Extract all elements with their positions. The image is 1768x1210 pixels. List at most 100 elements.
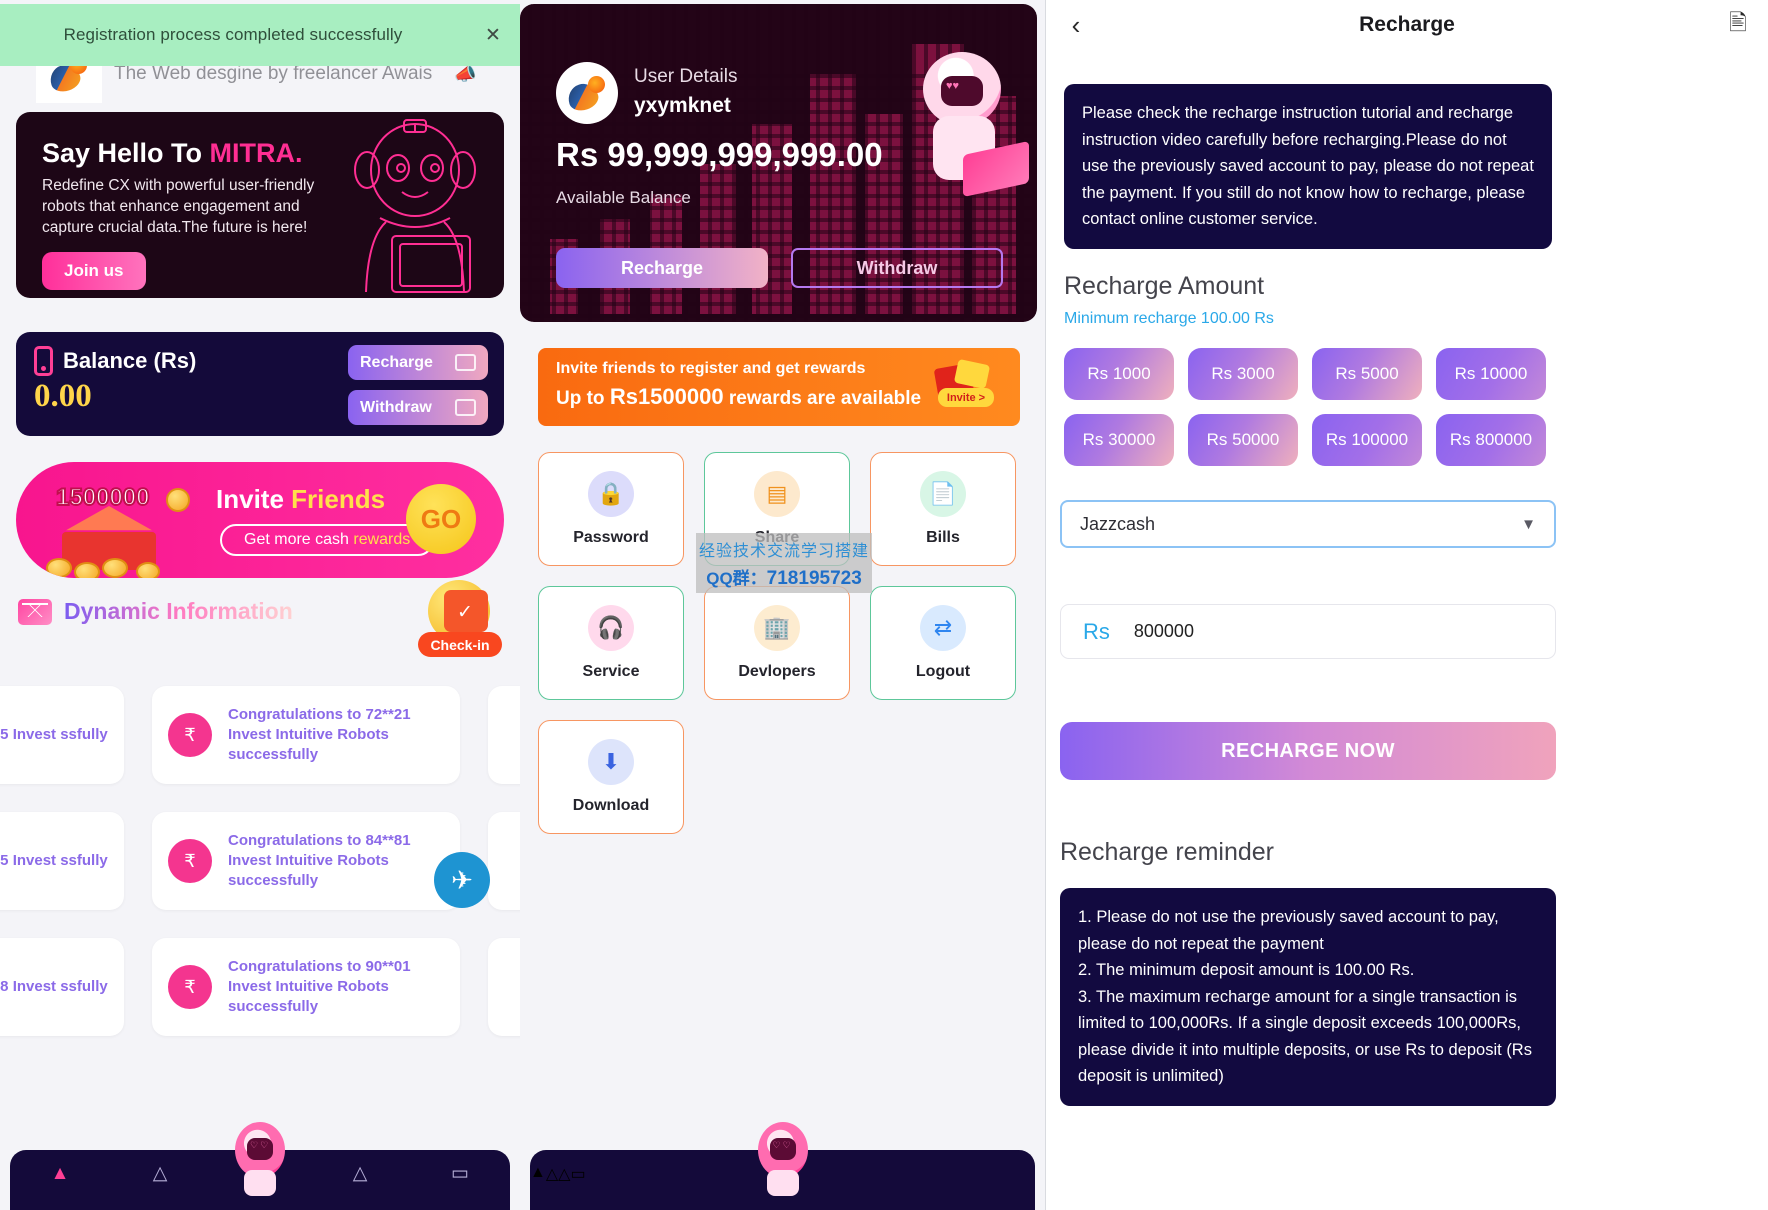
currency-label: Rs (1083, 618, 1110, 644)
nav-profile[interactable]: ▭ (570, 1164, 585, 1184)
dynamic-item-text: Congratulations to 72**21 Invest Intuiti… (228, 706, 411, 763)
megaphone-icon: 📣 (454, 63, 477, 84)
nav-invest[interactable]: △ (110, 1164, 210, 1183)
team-icon: △ (352, 1163, 368, 1184)
amount-option-100000[interactable]: Rs 100000 (1312, 414, 1422, 466)
nav-invest[interactable]: △ (546, 1164, 558, 1184)
check-in-button[interactable]: Check-in (418, 580, 502, 664)
join-us-button[interactable]: Join us (42, 252, 146, 290)
home-icon: ▲ (530, 1164, 546, 1181)
amount-options: Rs 1000 Rs 3000 Rs 5000 Rs 10000 Rs 3000… (1064, 348, 1554, 466)
page-title: Recharge (1359, 13, 1455, 36)
dynamic-item-text: Congratulations to 84**81 Invest Intuiti… (228, 832, 411, 889)
tile-label: Logout (915, 663, 971, 680)
balance-label: Balance (Rs) (63, 348, 197, 373)
watermark-line1: 经验技术交流学习搭建 (698, 542, 869, 560)
dynamic-item-text: Congratulations to 90**01 Invest Intuiti… (228, 958, 411, 1015)
list-item[interactable]: Congratulations to 84**81 Invest Intuiti… (152, 812, 460, 910)
wallet-icon (168, 713, 212, 757)
list-item[interactable]: *65 Invest ssfully (0, 686, 124, 784)
logout-icon: ⇄ (920, 605, 966, 651)
tile-password[interactable]: 🔒 Password (538, 452, 684, 566)
payment-method-value: Jazzcash (1080, 513, 1156, 534)
telegram-icon[interactable]: ✈ (434, 852, 490, 908)
card-icon (455, 354, 476, 371)
nav-profile[interactable]: ▭ (410, 1164, 510, 1183)
amount-input[interactable]: Rs 800000 (1060, 604, 1556, 659)
recharge-header: ‹ Recharge 🖹 (1046, 0, 1768, 50)
amount-option-5000[interactable]: Rs 5000 (1312, 348, 1422, 400)
avatar (556, 62, 618, 124)
phone-icon (34, 346, 53, 376)
invite-go-button[interactable]: GO (406, 484, 476, 554)
left-phone-pane: The Web desgine by freelancer Awais 📣 Re… (0, 0, 520, 1210)
home-icon: ▲ (50, 1163, 70, 1184)
available-balance-label: Available Balance (556, 188, 691, 207)
nav-team[interactable]: △ (558, 1164, 570, 1184)
nav-robot-avatar[interactable] (754, 1122, 812, 1196)
list-item[interactable] (488, 812, 520, 910)
invite-friends-banner[interactable]: 1500000 Invite Friends Get more cash rew… (16, 462, 504, 578)
nav-team[interactable]: △ (310, 1164, 410, 1183)
wallet-icon (168, 839, 212, 883)
list-item[interactable] (488, 686, 520, 784)
payment-method-select[interactable]: Jazzcash ▼ (1060, 500, 1556, 548)
calendar-check-icon (444, 590, 488, 632)
nav-home[interactable]: ▲ (530, 1164, 546, 1182)
invest-icon: △ (152, 1163, 168, 1184)
reminder-line-3: 3. The maximum recharge amount for a sin… (1078, 987, 1532, 1086)
close-icon[interactable]: ✕ (466, 24, 520, 47)
recharge-reminder-box: 1. Please do not use the previously save… (1060, 888, 1556, 1106)
balance-card: Balance (Rs) 0.00 Recharge Withdraw (16, 332, 504, 436)
list-item[interactable] (488, 938, 520, 1036)
check-in-label: Check-in (418, 632, 502, 657)
app-stage: The Web desgine by freelancer Awais 📣 Re… (0, 0, 1768, 1210)
profile-icon: ▭ (451, 1163, 469, 1184)
withdraw-button-label: Withdraw (360, 398, 432, 416)
neon-robot-illustration (320, 118, 504, 298)
amount-option-10000[interactable]: Rs 10000 (1436, 348, 1546, 400)
document-icon[interactable]: 🖹 (1708, 6, 1768, 44)
tile-label: Bills (926, 529, 960, 546)
bottom-nav: ▲ △ △ ▭ (10, 1122, 510, 1210)
invite-ticket-icon: Invite > (933, 358, 994, 410)
toast-message: Registration process completed successfu… (63, 25, 403, 44)
recharge-button[interactable]: Recharge (348, 345, 488, 380)
nav-home[interactable]: ▲ (10, 1164, 110, 1183)
dynamic-item-text: *65 Invest ssfully (0, 726, 108, 743)
tile-devlopers[interactable]: 🏢 Devlopers (704, 586, 850, 700)
minimum-recharge-hint: Minimum recharge 100.00 Rs (1064, 310, 1274, 327)
download-icon: ⬇ (588, 739, 634, 785)
amount-option-800000[interactable]: Rs 800000 (1436, 414, 1546, 466)
nav-robot-avatar[interactable] (231, 1122, 289, 1196)
dynamic-information-title: Dynamic Information (64, 598, 293, 624)
tile-download[interactable]: ⬇ Download (538, 720, 684, 834)
withdraw-button[interactable]: Withdraw (348, 390, 488, 425)
withdraw-button[interactable]: Withdraw (791, 248, 1003, 288)
invest-icon: △ (545, 1166, 559, 1183)
tile-logout[interactable]: ⇄ Logout (870, 586, 1016, 700)
tile-bills[interactable]: 📄 Bills (870, 452, 1016, 566)
tile-label: Service (582, 663, 640, 680)
list-item[interactable]: Congratulations to 72**21 Invest Intuiti… (152, 686, 460, 784)
amount-option-1000[interactable]: Rs 1000 (1064, 348, 1174, 400)
list-item[interactable]: *18 Invest ssfully (0, 938, 124, 1036)
watermark-line2: QQ群：718195723 (706, 567, 862, 589)
list-item[interactable]: Congratulations to 90**01 Invest Intuiti… (152, 938, 460, 1036)
user-details-label: User Details (634, 66, 738, 87)
recharge-now-button[interactable]: RECHARGE NOW (1060, 722, 1556, 780)
tile-label: Devlopers (738, 663, 816, 680)
list-item[interactable]: *25 Invest ssfully (0, 812, 124, 910)
amount-option-50000[interactable]: Rs 50000 (1188, 414, 1298, 466)
tile-service[interactable]: 🎧 Service (538, 586, 684, 700)
success-toast: Registration process completed successfu… (0, 4, 520, 66)
amount-option-30000[interactable]: Rs 30000 (1064, 414, 1174, 466)
reminder-line-1: 1. Please do not use the previously save… (1078, 908, 1499, 953)
recharge-button[interactable]: Recharge (556, 248, 768, 288)
chevron-left-icon[interactable]: ‹ (1046, 10, 1106, 41)
mitra-hero-card: Say Hello To MITRA. Redefine CX with pow… (16, 112, 504, 298)
recharge-pane: ‹ Recharge 🖹 Please check the recharge i… (1045, 0, 1768, 1210)
amount-option-3000[interactable]: Rs 3000 (1188, 348, 1298, 400)
invite-reward-number: 1500000 (55, 483, 150, 512)
invite-rewards-banner[interactable]: Invite friends to register and get rewar… (538, 348, 1020, 426)
